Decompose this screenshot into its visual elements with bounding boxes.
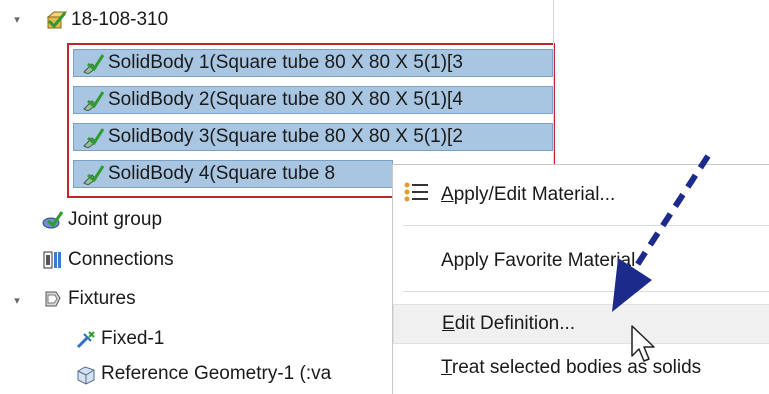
tree-node-connections[interactable]: Connections xyxy=(42,246,174,274)
tree-node-label: Joint group xyxy=(68,209,163,230)
menu-mnemonic: E xyxy=(442,313,455,334)
fixed-icon xyxy=(75,328,97,350)
reference-geometry-icon xyxy=(75,363,97,385)
tree-node-label: Fixed-1 xyxy=(101,328,165,349)
material-list-icon xyxy=(403,181,429,209)
tree-node-reference-geometry[interactable]: Reference Geometry-1 (:va xyxy=(75,360,331,388)
tree-node-fixtures[interactable]: Fixtures xyxy=(42,285,136,313)
menu-mnemonic: T xyxy=(441,357,452,378)
tree-node-joint-group[interactable]: Joint group xyxy=(42,206,162,234)
menu-item-treat-as-solids[interactable]: Treat selected bodies as solids xyxy=(393,348,769,388)
tree-node-label: Fixtures xyxy=(68,288,136,309)
tree-node-fixed-1[interactable]: Fixed-1 xyxy=(75,325,164,353)
annotation-arrow-icon xyxy=(612,154,711,312)
menu-item-label: reat selected bodies as solids xyxy=(451,357,702,378)
expand-collapse-fixtures[interactable]: ▾ xyxy=(10,293,24,307)
menu-item-label: dit Definition... xyxy=(454,313,576,334)
connections-icon xyxy=(42,249,64,271)
tree-node-root[interactable]: 18-108-310 xyxy=(45,6,168,34)
part-checked-icon xyxy=(45,9,67,31)
tree-node-label: Reference Geometry-1 (:va xyxy=(101,363,332,384)
pointer-cursor-icon xyxy=(631,325,655,362)
menu-mnemonic: A xyxy=(441,184,454,205)
tree-node-label: Connections xyxy=(68,249,174,270)
joint-group-icon xyxy=(42,209,64,231)
fixtures-icon xyxy=(42,288,64,310)
tree-node-root-label: 18-108-310 xyxy=(71,9,169,30)
expand-collapse-root[interactable]: ▾ xyxy=(10,12,24,26)
